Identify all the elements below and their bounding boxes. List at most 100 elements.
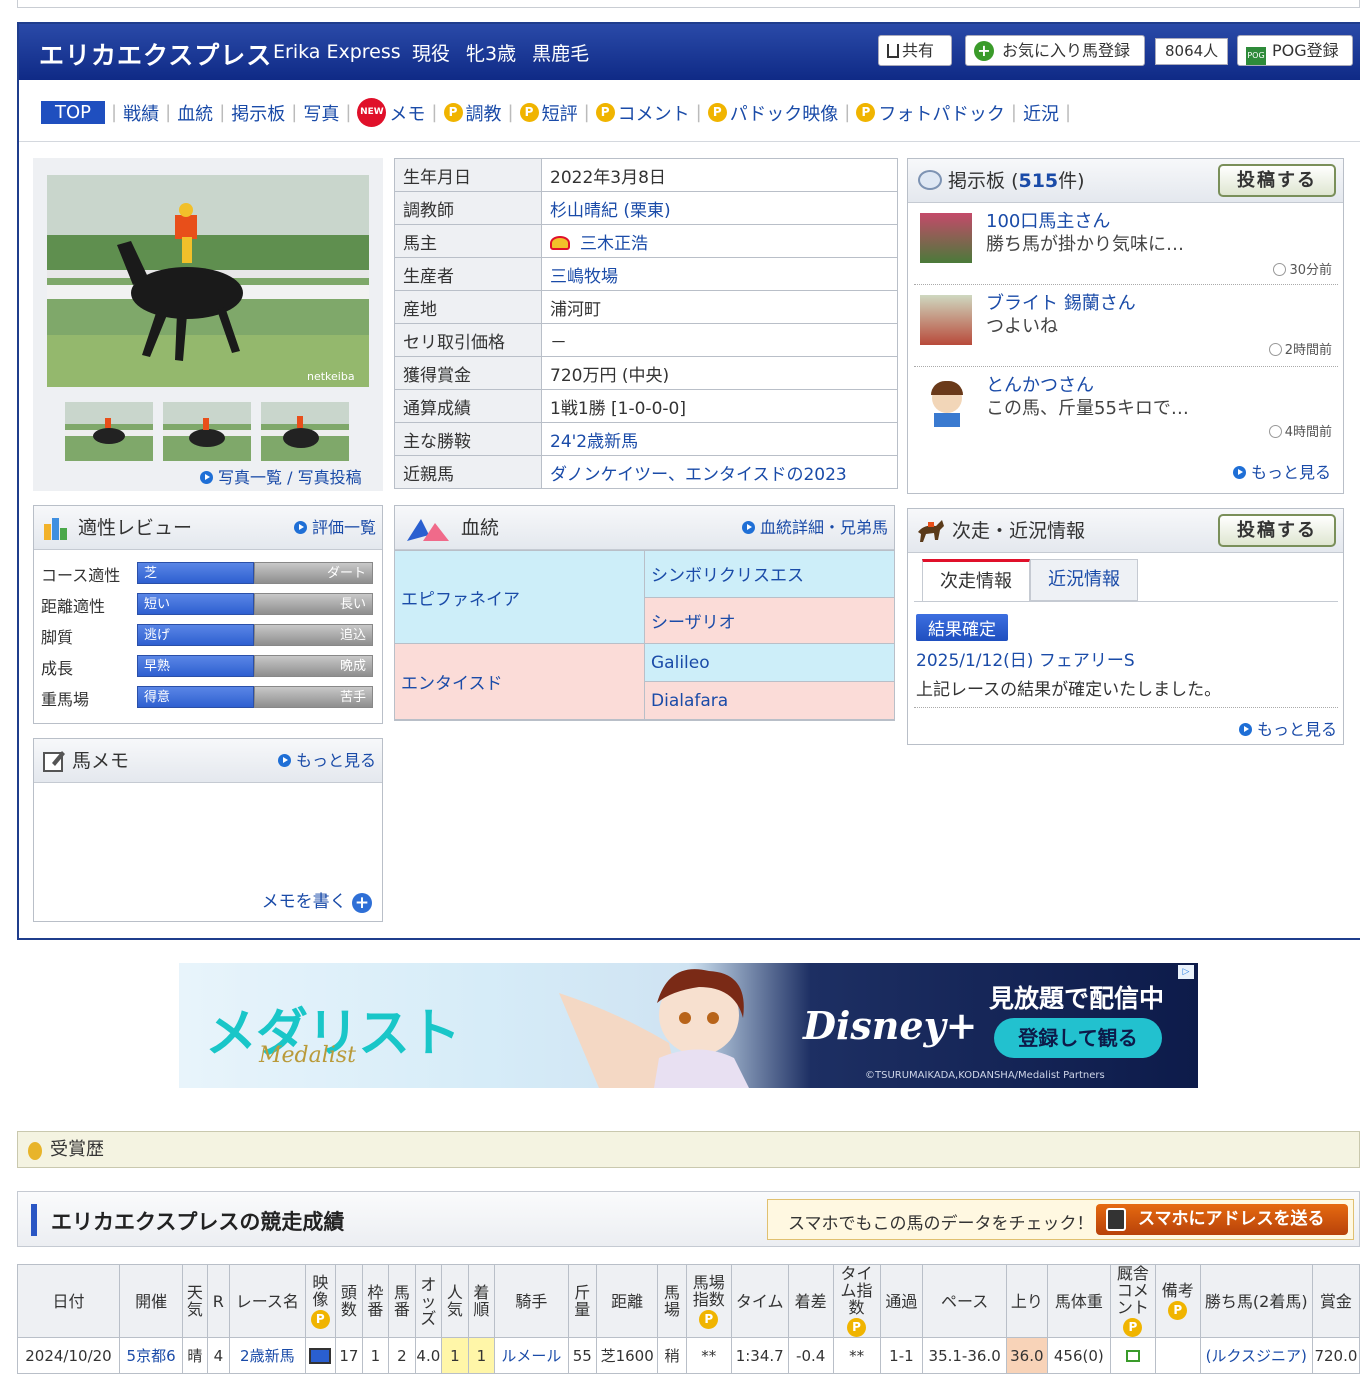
photo-list-link[interactable]: 写真一覧 / 写真投稿 bbox=[218, 468, 362, 487]
review-bar: 得意 苦手 bbox=[137, 686, 373, 708]
column-header[interactable]: 騎手 bbox=[494, 1264, 569, 1338]
favorite-button[interactable]: + お気に入り馬登録 bbox=[965, 35, 1145, 66]
post-user[interactable]: とんかつさん bbox=[986, 375, 1094, 397]
column-header[interactable]: 斤量 bbox=[567, 1264, 598, 1338]
profile-value[interactable]: 三木正浩 bbox=[541, 224, 898, 258]
sire-dam[interactable]: シーザリオ bbox=[644, 596, 895, 645]
table-cell[interactable]: 5京都6 bbox=[118, 1337, 184, 1374]
nav-paddock-video[interactable]: パドック映像 bbox=[730, 100, 839, 126]
column-header[interactable]: 賞金 bbox=[1311, 1264, 1360, 1338]
column-header[interactable]: 馬場 bbox=[657, 1264, 687, 1338]
memo-more-link[interactable]: もっと見る bbox=[277, 739, 376, 783]
post-user[interactable]: 100口馬主さん bbox=[986, 211, 1110, 233]
nav-recent[interactable]: 近況 bbox=[1023, 100, 1059, 126]
column-header[interactable]: 着順 bbox=[467, 1264, 496, 1338]
column-header[interactable]: オッズ bbox=[414, 1264, 443, 1338]
pedigree-detail-link[interactable]: 血統詳細・兄弟馬 bbox=[741, 506, 888, 550]
ad-cta-button[interactable]: 登録して観る bbox=[994, 1018, 1162, 1058]
post-user[interactable]: ブライト 錫蘭さん bbox=[986, 293, 1136, 315]
nav-photo-paddock[interactable]: フォトパドック bbox=[878, 100, 1005, 126]
tab-next-race[interactable]: 次走情報 bbox=[922, 559, 1030, 601]
profile-value: 720万円 (中央) bbox=[541, 356, 898, 390]
nav-memo[interactable]: メモ bbox=[389, 100, 425, 126]
column-header[interactable]: タイム指数 P bbox=[832, 1264, 881, 1338]
column-header[interactable]: 距離 bbox=[596, 1264, 659, 1338]
p-icon: P bbox=[595, 103, 615, 122]
review-row: 重馬場 得意 苦手 bbox=[41, 686, 377, 709]
next-race-info[interactable]: 2025/1/12(日) フェアリーS bbox=[916, 646, 1135, 671]
profile-value[interactable]: ダノンケイツー、エンタイスドの2023 bbox=[541, 455, 898, 489]
nav-results[interactable]: 戦績 bbox=[123, 100, 159, 126]
column-header[interactable]: タイム bbox=[730, 1264, 789, 1338]
next-more-link[interactable]: もっと見る bbox=[1238, 716, 1337, 740]
profile-row: 生産者 三嶋牧場 bbox=[394, 257, 898, 291]
profile-value[interactable]: 杉山晴紀 (栗東) bbox=[541, 191, 898, 225]
comment-icon[interactable] bbox=[1125, 1350, 1140, 1362]
column-header[interactable]: 馬体重 bbox=[1046, 1264, 1111, 1338]
column-header[interactable]: 馬番 bbox=[388, 1264, 416, 1338]
dam[interactable]: エンタイスド bbox=[394, 643, 645, 720]
share-button[interactable]: 共有 bbox=[878, 35, 952, 66]
column-header[interactable]: 備考 P bbox=[1154, 1264, 1201, 1338]
review-list-link[interactable]: 評価一覧 bbox=[293, 506, 376, 550]
table-cell: ** bbox=[685, 1337, 732, 1374]
column-header[interactable]: 開催 bbox=[118, 1264, 184, 1338]
column-header[interactable]: 勝ち馬(2着馬) bbox=[1199, 1264, 1313, 1338]
ad-copyright: ©TSURUMAIKADA,KODANSHA/Medalist Partners bbox=[865, 1070, 1105, 1081]
column-header[interactable]: 枠番 bbox=[361, 1264, 390, 1338]
nav-training[interactable]: 調教 bbox=[466, 100, 502, 126]
board-more-link[interactable]: もっと見る bbox=[1232, 459, 1331, 483]
profile-value[interactable]: 三嶋牧場 bbox=[541, 257, 898, 291]
table-cell[interactable]: 2歳新馬 bbox=[229, 1337, 306, 1374]
table-cell[interactable]: (ルクスジニア) bbox=[1199, 1337, 1313, 1374]
arrow-icon bbox=[293, 521, 307, 534]
send-to-phone-button[interactable]: スマホにアドレスを送る bbox=[1096, 1204, 1348, 1235]
column-header[interactable]: 馬場指数 P bbox=[685, 1264, 732, 1338]
board-post-button[interactable]: 投稿する bbox=[1218, 164, 1336, 197]
table-cell[interactable]: ルメール bbox=[494, 1337, 569, 1374]
column-header[interactable]: R bbox=[206, 1264, 231, 1338]
nav-comment[interactable]: コメント bbox=[618, 100, 690, 126]
photo-thumbnail[interactable] bbox=[261, 402, 349, 461]
p-icon: P bbox=[707, 103, 727, 122]
column-header[interactable]: 厩舎コメント P bbox=[1109, 1264, 1156, 1338]
column-header[interactable]: 天気 bbox=[182, 1264, 208, 1338]
column-header[interactable]: 日付 bbox=[17, 1264, 120, 1338]
nav-pedigree[interactable]: 血統 bbox=[177, 100, 213, 126]
table-cell[interactable] bbox=[304, 1337, 337, 1374]
board-post[interactable]: 100口馬主さん 勝ち馬が掛かり気味に… 30分前 bbox=[914, 205, 1338, 285]
nav-short-review[interactable]: 短評 bbox=[542, 100, 578, 126]
write-memo-link[interactable]: メモを書く + bbox=[262, 887, 372, 913]
dam-sire[interactable]: Galileo bbox=[644, 643, 895, 683]
video-icon[interactable] bbox=[309, 1348, 332, 1364]
sire[interactable]: エピファネイア bbox=[394, 549, 645, 645]
photo-thumbnail[interactable] bbox=[163, 402, 251, 461]
nav-board[interactable]: 掲示板 bbox=[231, 100, 285, 126]
column-header[interactable]: 着差 bbox=[787, 1264, 834, 1338]
pog-button[interactable]: POG POG登録 bbox=[1237, 35, 1353, 66]
pedigree-table: エピファネイア シンボリクリスエス シーザリオ エンタイスド Galileo Dia… bbox=[394, 549, 895, 720]
profile-value[interactable]: 24'2歳新馬 bbox=[541, 422, 898, 456]
column-header[interactable]: ペース bbox=[922, 1264, 1007, 1338]
ad-banner[interactable]: メダリスト Medalist Disney+ 見放題で配信中 登録して観る ©T… bbox=[179, 963, 1198, 1088]
column-header[interactable]: 通過 bbox=[879, 1264, 924, 1338]
column-header[interactable]: 上り bbox=[1005, 1264, 1048, 1338]
main-horse-photo[interactable]: netkeiba bbox=[47, 175, 369, 387]
board-post[interactable]: ブライト 錫蘭さん つよいね 2時間前 bbox=[914, 287, 1338, 367]
photo-links[interactable]: 写真一覧 / 写真投稿 bbox=[200, 464, 362, 488]
awards-title: 受賞歴 bbox=[50, 1139, 104, 1160]
nav-top[interactable]: TOP bbox=[41, 101, 106, 124]
photo-thumbnail[interactable] bbox=[65, 402, 153, 461]
sire-sire[interactable]: シンボリクリスエス bbox=[644, 550, 895, 598]
board-post[interactable]: とんかつさん この馬、斤量55キロで… 4時間前 bbox=[914, 369, 1338, 449]
ad-choices-icon[interactable]: ▷ bbox=[1178, 965, 1194, 979]
column-header[interactable]: 頭数 bbox=[335, 1264, 363, 1338]
nav-photo[interactable]: 写真 bbox=[303, 100, 339, 126]
table-cell[interactable] bbox=[1109, 1337, 1156, 1374]
tab-recent-news[interactable]: 近況情報 bbox=[1030, 559, 1138, 601]
dam-dam[interactable]: Dialafara bbox=[644, 681, 895, 720]
column-header[interactable]: 映像 P bbox=[304, 1264, 337, 1338]
next-post-button[interactable]: 投稿する bbox=[1218, 514, 1336, 547]
column-header[interactable]: レース名 bbox=[229, 1264, 306, 1338]
column-header[interactable]: 人気 bbox=[441, 1264, 469, 1338]
